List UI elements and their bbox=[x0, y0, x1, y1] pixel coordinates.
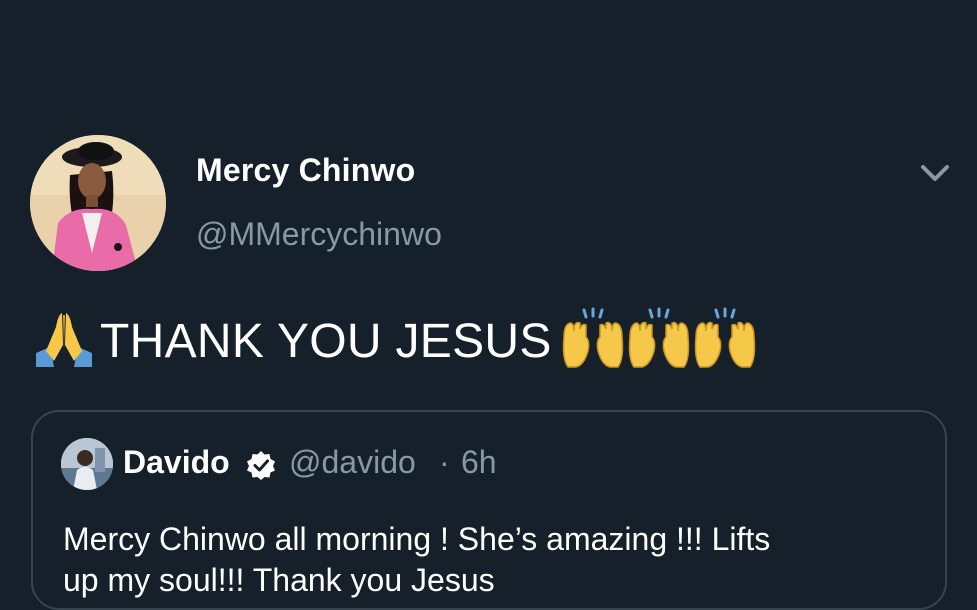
author-display-name[interactable]: Mercy Chinwo bbox=[196, 152, 415, 189]
quoted-text: Mercy Chinwo all morning ! She’s amazing… bbox=[63, 521, 771, 557]
quoted-text-line2: up my soul!!! Thank you Jesus bbox=[63, 562, 495, 598]
tweet-body: THANK YOU JESUS bbox=[32, 306, 758, 376]
raising-hands-icon bbox=[692, 307, 758, 376]
quoted-handle[interactable]: @davido bbox=[289, 444, 416, 481]
quoted-display-name[interactable]: Davido bbox=[123, 444, 230, 481]
quoted-author-avatar[interactable] bbox=[61, 438, 113, 490]
verified-badge-icon bbox=[246, 450, 276, 480]
author-handle[interactable]: @MMercychinwo bbox=[196, 216, 442, 253]
raising-hands-icon bbox=[626, 307, 692, 376]
folded-hands-icon bbox=[32, 309, 96, 374]
quoted-timestamp[interactable]: 6h bbox=[461, 444, 497, 481]
author-avatar[interactable] bbox=[30, 135, 166, 271]
raising-hands-icon bbox=[560, 307, 626, 376]
header-band bbox=[0, 0, 977, 110]
separator: · bbox=[439, 444, 450, 480]
tweet-text: THANK YOU JESUS bbox=[100, 314, 552, 368]
chevron-down-icon[interactable] bbox=[916, 158, 954, 188]
quoted-tweet-card[interactable]: Davido @davido · 6h Mercy Chinwo all mor… bbox=[31, 410, 947, 610]
